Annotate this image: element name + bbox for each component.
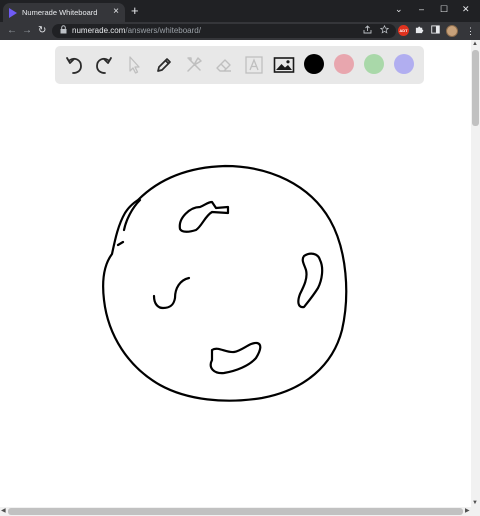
forward-button[interactable]: →: [22, 25, 32, 37]
drawn-crater-top: [178, 200, 230, 233]
horizontal-scroll-thumb[interactable]: [8, 508, 463, 515]
browser-tab-strip: Numerade Whiteboard × + ⌄ – ☐ ✕: [0, 0, 480, 22]
browser-navbar: ← → ↻ numerade.com/answers/whiteboard/ A…: [0, 22, 480, 40]
adt-extension-icon[interactable]: ADT: [398, 25, 409, 36]
side-panel-icon[interactable]: [431, 25, 440, 37]
lock-icon: [60, 25, 67, 36]
text-icon[interactable]: [242, 53, 266, 77]
browser-menu-icon[interactable]: ⋮: [466, 25, 475, 37]
tab-title: Numerade Whiteboard: [22, 8, 98, 17]
color-swatch-purple[interactable]: [394, 54, 414, 74]
eraser-icon[interactable]: [212, 53, 236, 77]
back-button[interactable]: ←: [7, 25, 17, 37]
whiteboard-toolbar: [55, 46, 424, 84]
extensions-puzzle-icon[interactable]: [415, 25, 424, 37]
new-tab-button[interactable]: +: [131, 4, 139, 18]
close-window-button[interactable]: ✕: [462, 3, 470, 15]
vertical-scroll-thumb[interactable]: [472, 50, 479, 126]
color-swatch-black[interactable]: [304, 54, 324, 74]
image-icon[interactable]: [272, 53, 296, 77]
color-swatch-pink[interactable]: [334, 54, 354, 74]
reload-button[interactable]: ↻: [38, 25, 46, 37]
drawn-crater-left: [152, 276, 191, 310]
browser-tab[interactable]: Numerade Whiteboard ×: [3, 3, 125, 22]
redo-icon[interactable]: [92, 53, 116, 77]
tab-search-icon[interactable]: ⌄: [395, 3, 403, 15]
horizontal-scrollbar[interactable]: ◀ ▶: [0, 507, 480, 516]
vertical-scrollbar[interactable]: ▲ ▼: [471, 40, 480, 507]
scroll-down-arrow-icon[interactable]: ▼: [472, 500, 478, 506]
bookmark-star-icon[interactable]: [379, 24, 390, 36]
drawn-crater-bottom: [209, 341, 262, 375]
pen-icon[interactable]: [152, 53, 176, 77]
profile-avatar[interactable]: [446, 25, 458, 37]
tab-close-icon[interactable]: ×: [113, 6, 119, 18]
select-pointer-icon[interactable]: [122, 53, 146, 77]
scroll-up-arrow-icon[interactable]: ▲: [472, 41, 478, 47]
url-text: numerade.com/answers/whiteboard/: [72, 26, 201, 35]
tools-icon[interactable]: [182, 53, 206, 77]
share-icon[interactable]: [363, 25, 372, 36]
url-host: numerade.com: [72, 26, 126, 35]
minimize-button[interactable]: –: [419, 3, 424, 15]
maximize-button[interactable]: ☐: [440, 3, 448, 15]
address-bar[interactable]: numerade.com/answers/whiteboard/: [52, 24, 396, 38]
scroll-left-arrow-icon[interactable]: ◀: [1, 507, 6, 514]
drawing-canvas[interactable]: [0, 40, 471, 507]
url-path: /answers/whiteboard/: [125, 26, 201, 35]
undo-icon[interactable]: [62, 53, 86, 77]
scroll-right-arrow-icon[interactable]: ▶: [465, 507, 470, 514]
color-swatch-green[interactable]: [364, 54, 384, 74]
whiteboard-page: [0, 40, 471, 507]
drawn-crater-right: [297, 252, 324, 309]
numerade-favicon-icon: [9, 8, 17, 18]
